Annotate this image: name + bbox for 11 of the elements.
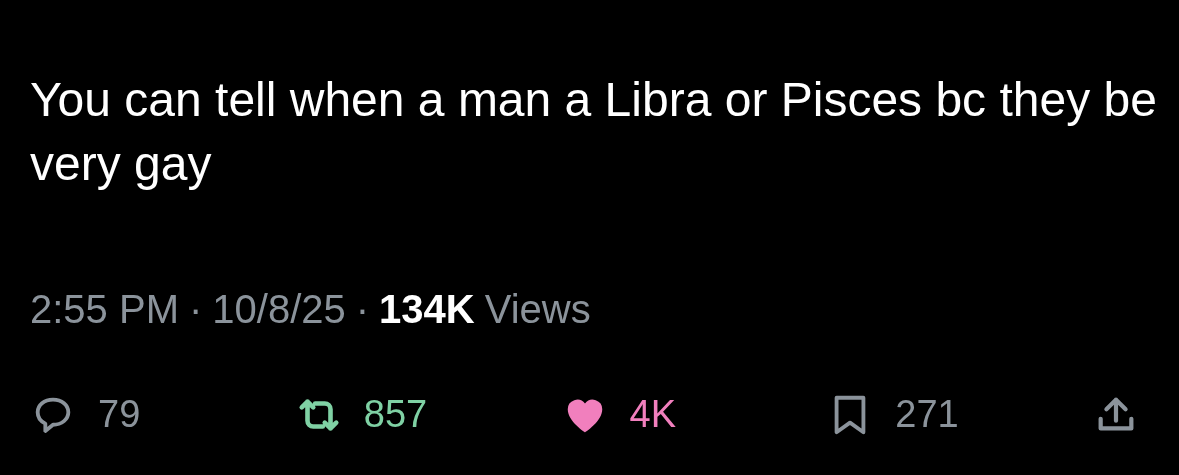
tweet-date: 10/8/25 [212,286,346,332]
action-count: 4K [629,392,676,437]
action-count: 79 [98,392,141,437]
views-label: Views [484,286,591,332]
separator-dot: · [355,286,370,332]
separator-dot: · [188,286,203,332]
views-count: 134K [379,286,475,332]
action-count: 857 [363,392,428,437]
action-count: 271 [895,392,959,437]
tweet-time: 2:55 PM [30,286,179,332]
tweet-text: You can tell when a man a Libra or Pisces bc they be very gay [30,72,1158,192]
